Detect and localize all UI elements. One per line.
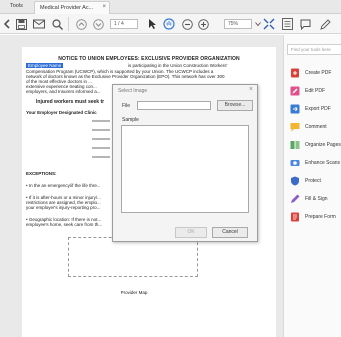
tool-label: Create PDF xyxy=(305,70,332,76)
close-icon[interactable]: × xyxy=(249,86,253,93)
tab-tools[interactable]: Tools xyxy=(10,3,23,9)
body-line: employers, and Insurers informed a... xyxy=(26,89,101,94)
exception-line: your employer's injury-reporting pro... xyxy=(26,205,101,210)
tool-label: Protect xyxy=(305,178,321,184)
edit-pdf-icon xyxy=(289,86,300,97)
tool-label: Organize Pages xyxy=(305,142,341,148)
ok-button[interactable]: OK xyxy=(175,227,207,238)
zoom-level-select[interactable]: 75% xyxy=(224,19,252,29)
tool-edit-pdf[interactable]: Edit PDF xyxy=(289,85,325,97)
image-preview xyxy=(121,125,249,213)
employee-name-field[interactable]: Employee Name xyxy=(26,63,64,68)
zoom-out-icon[interactable] xyxy=(180,17,194,31)
tool-label: Prepare Form xyxy=(305,214,336,220)
tools-pane: Find your tools here Create PDF Edit PDF… xyxy=(283,35,341,337)
exception-line: • In the an emergency/if the life thre..… xyxy=(26,183,101,188)
tab-bar: Tools Medical Provider Ac... × xyxy=(0,0,341,14)
tool-fill-sign[interactable]: Fill & Sign xyxy=(289,193,328,205)
mail-icon[interactable] xyxy=(32,17,46,31)
designated-clinic-label: Your Employer Designated Clinic xyxy=(26,110,97,115)
exceptions-heading: EXCEPTIONS: xyxy=(26,171,57,176)
fill-sign-icon xyxy=(289,194,300,205)
page-number-input[interactable]: 1 / 4 xyxy=(110,19,138,29)
page-down-icon[interactable] xyxy=(91,17,105,31)
comment-icon[interactable] xyxy=(298,17,312,31)
page-back-icon[interactable] xyxy=(2,17,12,31)
dialog-title: Select Image xyxy=(118,88,148,94)
select-image-dialog: Select Image × File Browse... Sample OK … xyxy=(112,84,258,242)
fit-page-icon[interactable] xyxy=(262,17,276,31)
create-pdf-icon xyxy=(289,68,300,79)
document-title: NOTICE TO UNION EMPLOYEES: EXCLUSIVE PRO… xyxy=(58,56,240,62)
injured-heading: Injured workers must seek tr xyxy=(36,99,105,105)
main-toolbar: 1 / 4 75% xyxy=(0,14,341,34)
tool-organize-pages[interactable]: Organize Pages xyxy=(289,139,341,151)
text-line xyxy=(92,147,110,149)
intro-text: is participating in the Union Constructi… xyxy=(128,63,228,68)
tool-label: Edit PDF xyxy=(305,88,326,94)
tab-document-label: Medical Provider Ac... xyxy=(40,4,94,11)
tool-label: Enhance Scans xyxy=(305,160,341,166)
tool-label: Export PDF xyxy=(305,106,331,112)
save-icon[interactable] xyxy=(14,17,28,31)
file-path-input[interactable] xyxy=(137,101,211,110)
text-line xyxy=(92,129,110,131)
tool-label: Fill & Sign xyxy=(305,196,328,202)
pen-icon[interactable] xyxy=(318,17,332,31)
select-pointer-icon[interactable] xyxy=(146,17,158,31)
cancel-button[interactable]: Cancel xyxy=(212,227,248,238)
text-line xyxy=(92,156,110,158)
scroll-mode-icon[interactable] xyxy=(280,17,294,31)
file-label: File xyxy=(122,103,131,109)
sample-label: Sample xyxy=(122,117,139,123)
toolbar-separator xyxy=(68,17,69,31)
tool-prepare-form[interactable]: Prepare Form xyxy=(289,211,336,223)
browse-button[interactable]: Browse... xyxy=(217,100,253,111)
hand-tool-icon[interactable] xyxy=(162,17,176,31)
tool-create-pdf[interactable]: Create PDF xyxy=(289,67,331,79)
tab-close-icon[interactable]: × xyxy=(102,4,106,10)
zoom-in-icon[interactable] xyxy=(196,17,210,31)
tool-comment[interactable]: Comment xyxy=(289,121,327,133)
prepare-form-icon xyxy=(289,212,300,223)
image-field[interactable]: Provider Map xyxy=(68,237,198,295)
text-line xyxy=(92,138,110,140)
protect-icon xyxy=(289,176,300,187)
tab-document[interactable]: Medical Provider Ac... × xyxy=(34,1,110,14)
page-up-icon[interactable] xyxy=(74,17,88,31)
search-icon[interactable] xyxy=(50,17,64,31)
organize-pages-icon xyxy=(289,140,300,151)
tool-label: Comment xyxy=(305,124,327,130)
tools-search-input[interactable]: Find your tools here xyxy=(287,44,341,55)
exception-line: employee's home, seek care from th... xyxy=(26,222,103,227)
tool-export-pdf[interactable]: Export PDF xyxy=(289,103,331,115)
export-pdf-icon xyxy=(289,104,300,115)
image-field-label: Provider Map xyxy=(120,290,148,295)
enhance-scans-icon xyxy=(289,158,300,169)
tool-protect[interactable]: Protect xyxy=(289,175,321,187)
tool-enhance-scans[interactable]: Enhance Scans xyxy=(289,157,340,169)
text-line xyxy=(92,120,110,122)
chevron-down-icon[interactable] xyxy=(254,17,262,31)
comment-tool-icon xyxy=(289,122,300,133)
